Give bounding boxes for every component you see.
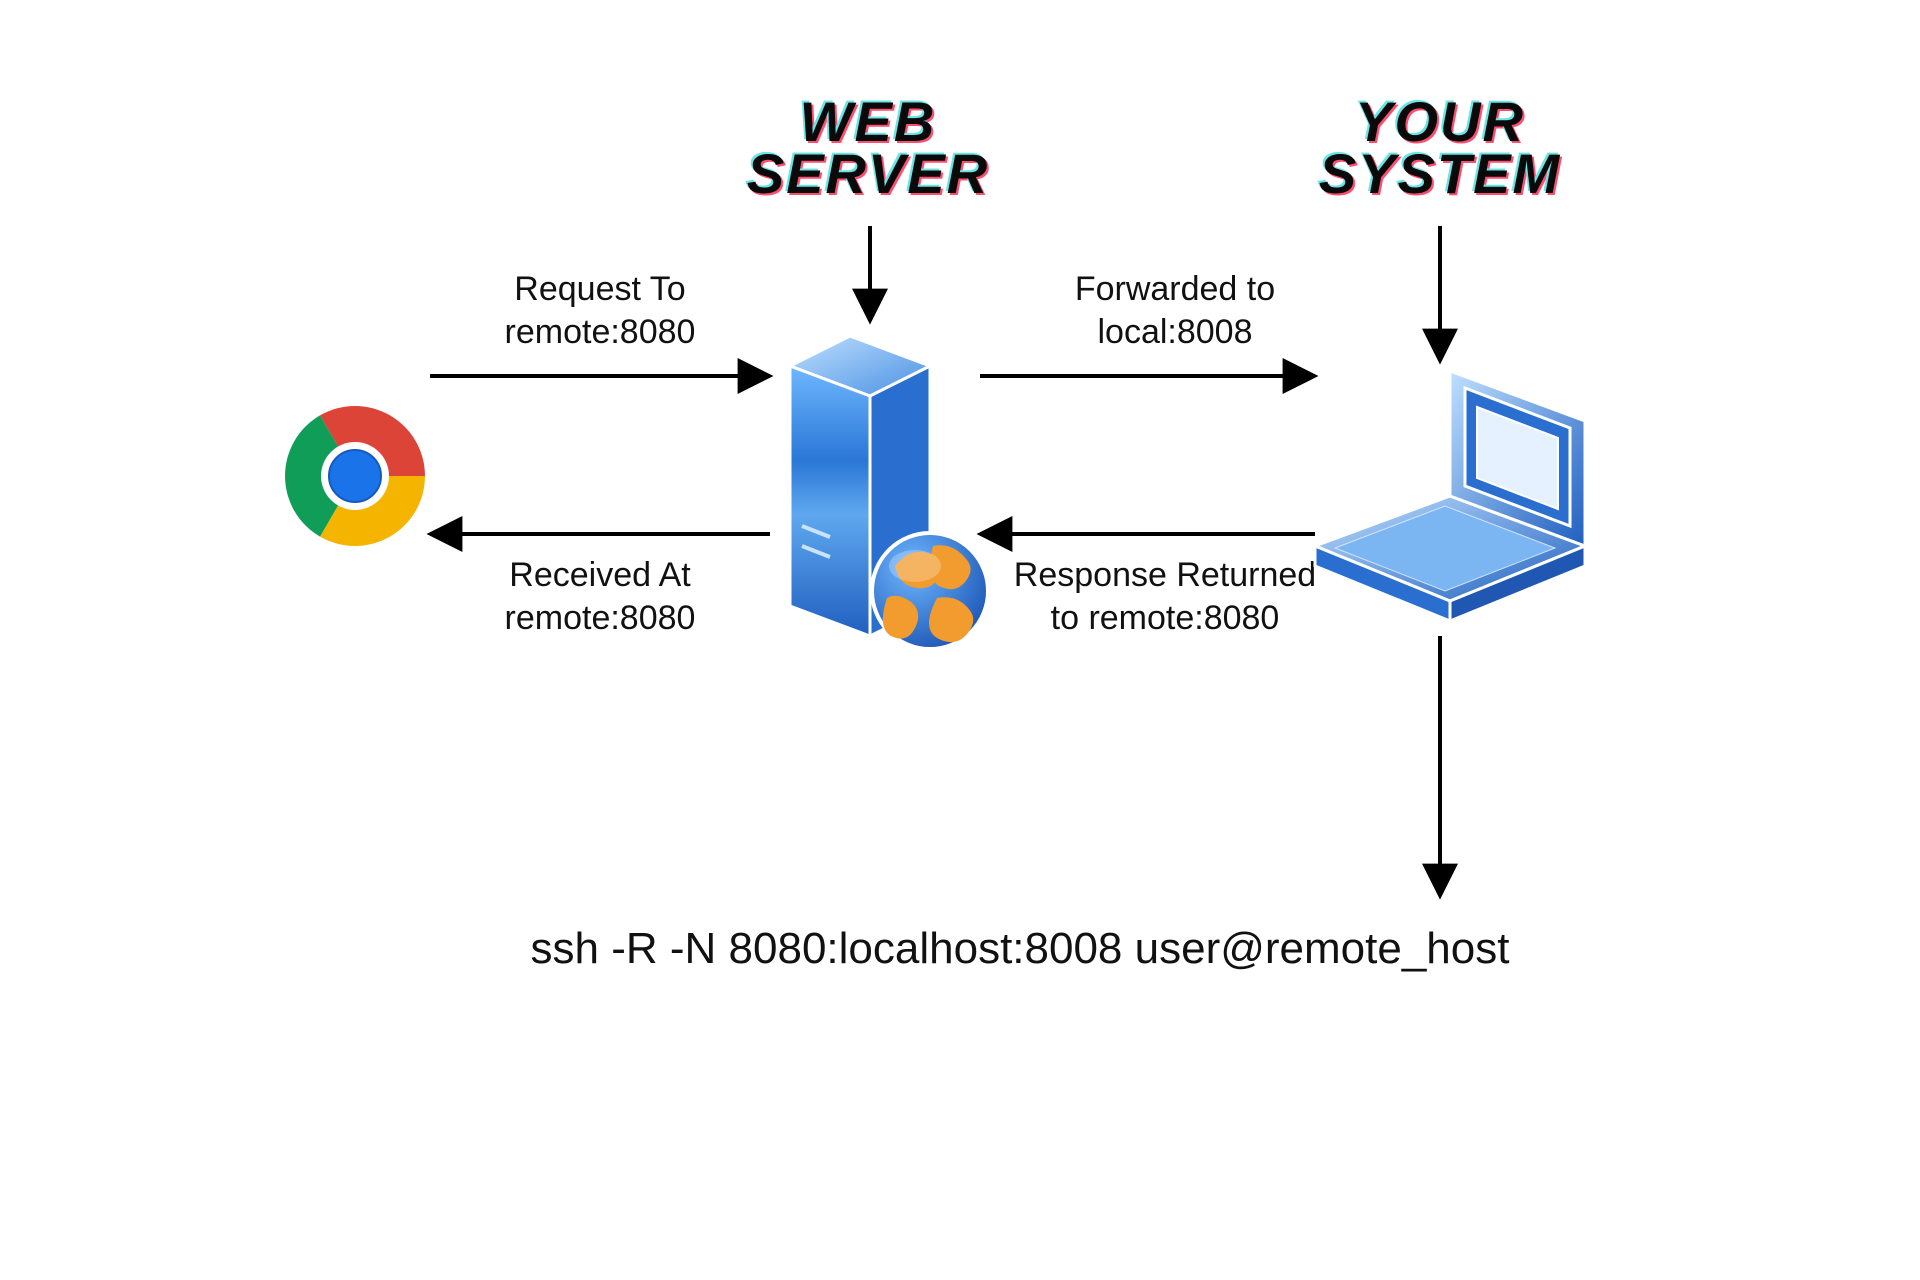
server-icon — [790, 336, 988, 649]
diagram-svg — [280, 96, 1668, 1006]
chrome-icon — [280, 380, 442, 567]
laptop-icon — [1315, 371, 1585, 621]
